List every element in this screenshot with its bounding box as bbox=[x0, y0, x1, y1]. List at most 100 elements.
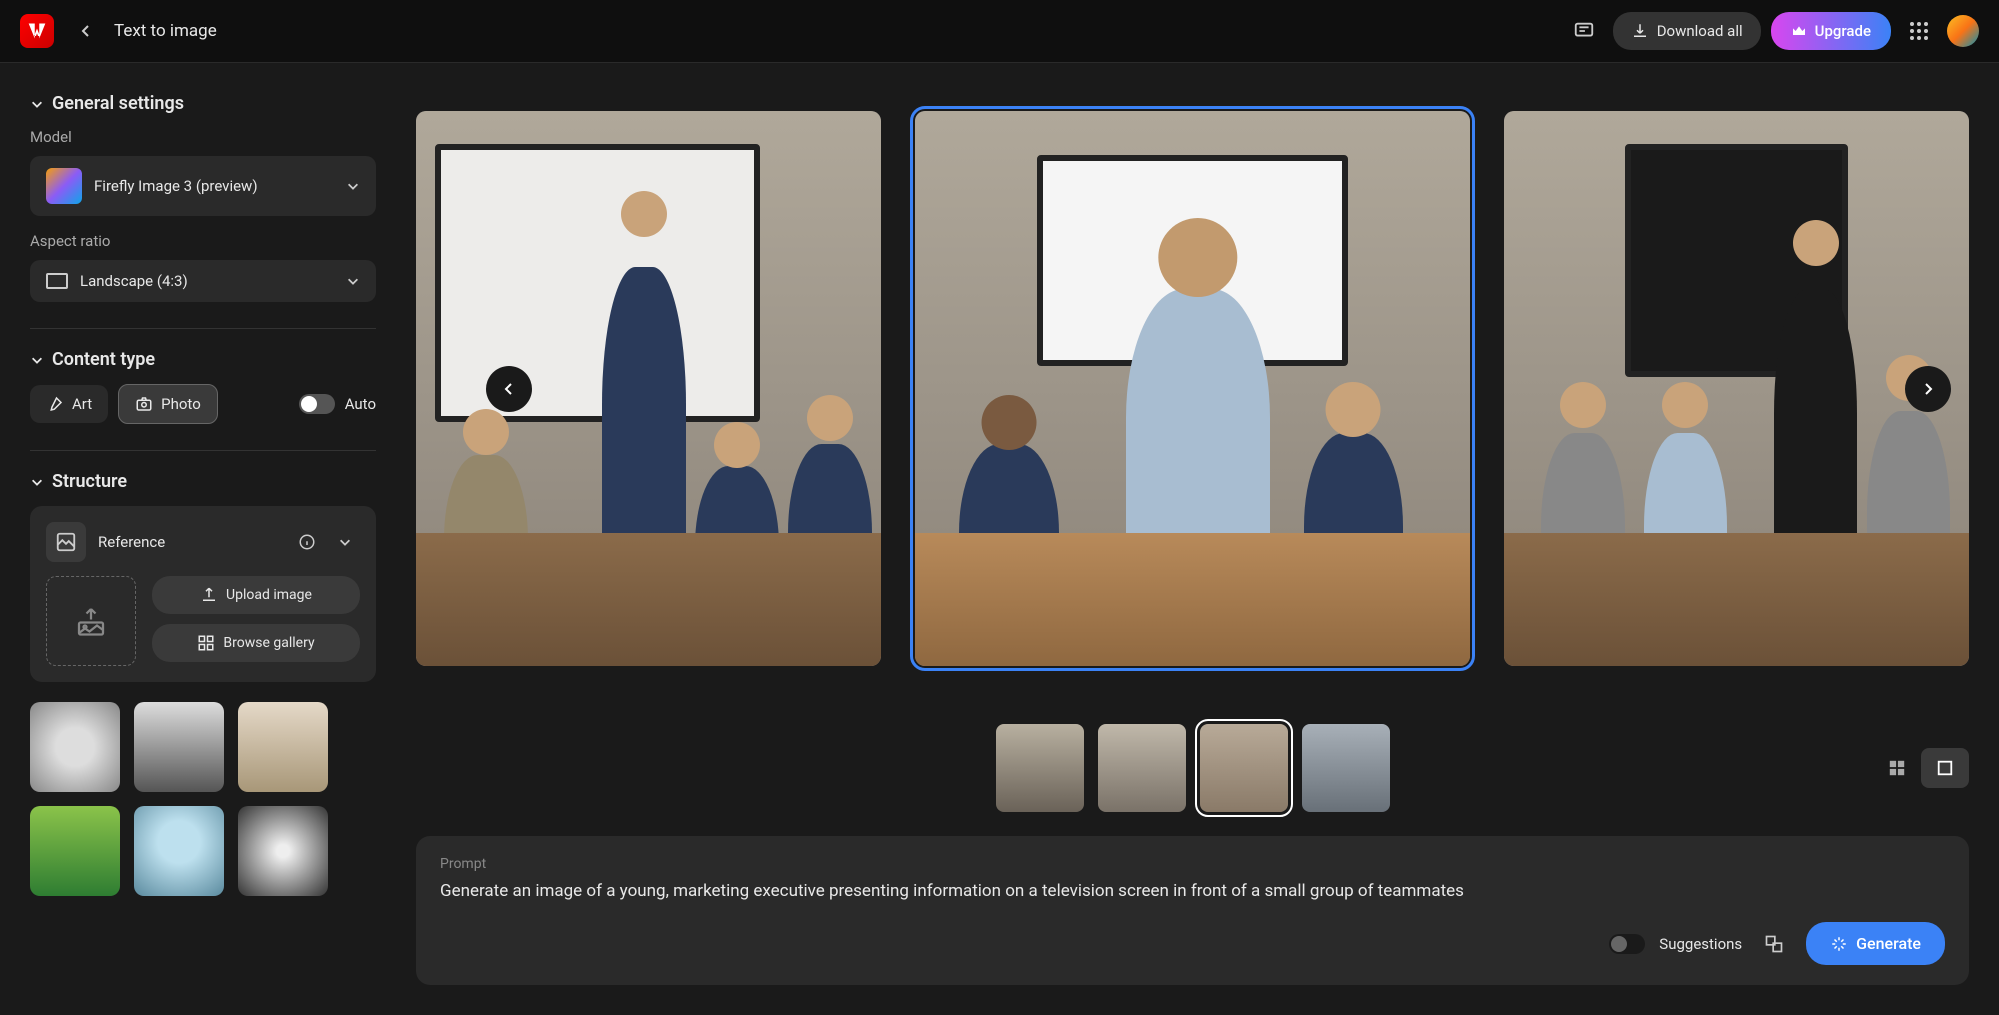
reference-actions bbox=[290, 525, 360, 559]
structure-section: Structure Reference bbox=[30, 471, 376, 896]
translate-icon bbox=[1764, 934, 1784, 954]
model-thumb bbox=[46, 168, 82, 204]
suggestions-toggle[interactable] bbox=[1609, 934, 1645, 954]
art-label: Art bbox=[72, 395, 92, 413]
photo-type-button[interactable]: Photo bbox=[118, 384, 218, 424]
main-layout: General settings Model Firefly Image 3 (… bbox=[0, 63, 1999, 1015]
download-icon bbox=[1631, 22, 1649, 40]
general-settings-title: General settings bbox=[52, 93, 184, 114]
thumbnail[interactable] bbox=[996, 724, 1084, 812]
single-view-button[interactable] bbox=[1921, 748, 1969, 788]
preset-thumb[interactable] bbox=[30, 806, 120, 896]
chevron-down-icon bbox=[346, 179, 360, 193]
grid-view-button[interactable] bbox=[1873, 748, 1921, 788]
generated-image-selected[interactable] bbox=[915, 111, 1470, 666]
structure-title: Structure bbox=[52, 471, 127, 492]
app-header: Text to image Download all Upgrade bbox=[0, 0, 1999, 63]
chevron-down-icon bbox=[30, 97, 44, 111]
thumbnail-active[interactable] bbox=[1200, 724, 1288, 812]
content-type-header[interactable]: Content type bbox=[30, 349, 376, 370]
suggestions-label: Suggestions bbox=[1659, 935, 1742, 953]
content-area: Prompt Generate an image of a young, mar… bbox=[406, 63, 1999, 1015]
upload-dropzone[interactable] bbox=[46, 576, 136, 666]
reference-body: Upload image Browse gallery bbox=[46, 576, 360, 666]
info-icon bbox=[298, 533, 316, 551]
settings-sidebar: General settings Model Firefly Image 3 (… bbox=[0, 63, 406, 1015]
prompt-actions: Suggestions Generate bbox=[440, 922, 1945, 965]
preset-thumb[interactable] bbox=[134, 806, 224, 896]
preset-thumb[interactable] bbox=[238, 806, 328, 896]
aspect-label: Aspect ratio bbox=[30, 232, 376, 250]
art-type-button[interactable]: Art bbox=[30, 385, 108, 423]
user-avatar[interactable] bbox=[1947, 15, 1979, 47]
reference-box: Reference bbox=[30, 506, 376, 682]
back-button[interactable] bbox=[72, 17, 100, 45]
sparkle-icon bbox=[1830, 935, 1848, 953]
generated-image[interactable] bbox=[1504, 111, 1969, 666]
chevron-left-icon bbox=[501, 381, 517, 397]
adobe-logo-icon bbox=[27, 21, 47, 41]
browse-gallery-label: Browse gallery bbox=[223, 635, 314, 651]
upload-icon bbox=[200, 586, 218, 604]
prompt-text[interactable]: Generate an image of a young, marketing … bbox=[440, 880, 1945, 904]
crown-icon bbox=[1791, 23, 1807, 39]
gallery-next-button[interactable] bbox=[1905, 366, 1951, 412]
image-gallery bbox=[416, 93, 1969, 684]
auto-label: Auto bbox=[345, 395, 376, 413]
thumbnail-strip bbox=[996, 724, 1390, 812]
view-toggle bbox=[1873, 748, 1969, 788]
gallery-icon bbox=[197, 634, 215, 652]
general-settings-section: General settings Model Firefly Image 3 (… bbox=[30, 93, 376, 302]
comments-button[interactable] bbox=[1565, 12, 1603, 50]
chevron-down-icon bbox=[30, 353, 44, 367]
structure-header[interactable]: Structure bbox=[30, 471, 376, 492]
gallery-prev-button[interactable] bbox=[486, 366, 532, 412]
chevron-down-icon bbox=[338, 535, 352, 549]
comment-icon bbox=[1573, 20, 1595, 42]
download-all-button[interactable]: Download all bbox=[1613, 12, 1761, 50]
model-value: Firefly Image 3 (preview) bbox=[94, 177, 258, 195]
content-type-row: Art Photo Auto bbox=[30, 384, 376, 424]
preset-thumb[interactable] bbox=[238, 702, 328, 792]
grid-icon bbox=[1888, 759, 1906, 777]
image-placeholder bbox=[915, 111, 1470, 666]
divider bbox=[30, 450, 376, 451]
divider bbox=[30, 328, 376, 329]
auto-toggle[interactable] bbox=[299, 394, 335, 414]
upload-image-label: Upload image bbox=[226, 587, 312, 603]
reference-icon bbox=[55, 531, 77, 553]
preset-thumb[interactable] bbox=[30, 702, 120, 792]
content-type-section: Content type Art Photo Auto bbox=[30, 349, 376, 424]
apps-grid-icon bbox=[1909, 21, 1929, 41]
thumbnail[interactable] bbox=[1098, 724, 1186, 812]
content-type-title: Content type bbox=[52, 349, 155, 370]
reference-icon-box bbox=[46, 522, 86, 562]
reference-info-button[interactable] bbox=[290, 525, 324, 559]
download-all-label: Download all bbox=[1657, 22, 1743, 40]
generate-label: Generate bbox=[1856, 934, 1921, 953]
aspect-value: Landscape (4:3) bbox=[80, 272, 188, 290]
upload-image-button[interactable]: Upload image bbox=[152, 576, 360, 614]
prompt-translate-button[interactable] bbox=[1756, 926, 1792, 962]
auto-toggle-group: Auto bbox=[299, 394, 376, 414]
photo-label: Photo bbox=[161, 395, 201, 413]
upgrade-button[interactable]: Upgrade bbox=[1771, 12, 1891, 50]
apps-grid-button[interactable] bbox=[1901, 13, 1937, 49]
page-title: Text to image bbox=[114, 21, 217, 41]
reference-label: Reference bbox=[98, 533, 278, 551]
reference-expand-button[interactable] bbox=[330, 525, 360, 559]
upload-image-icon bbox=[73, 603, 109, 639]
preset-grid bbox=[30, 702, 376, 896]
aspect-rect-icon bbox=[46, 273, 68, 289]
prompt-label: Prompt bbox=[440, 856, 1945, 872]
preset-thumb[interactable] bbox=[134, 702, 224, 792]
image-placeholder bbox=[1504, 111, 1969, 666]
browse-gallery-button[interactable]: Browse gallery bbox=[152, 624, 360, 662]
model-select[interactable]: Firefly Image 3 (preview) bbox=[30, 156, 376, 216]
thumbnail[interactable] bbox=[1302, 724, 1390, 812]
chevron-left-icon bbox=[78, 23, 94, 39]
adobe-logo[interactable] bbox=[20, 14, 54, 48]
aspect-select[interactable]: Landscape (4:3) bbox=[30, 260, 376, 302]
generate-button[interactable]: Generate bbox=[1806, 922, 1945, 965]
general-settings-header[interactable]: General settings bbox=[30, 93, 376, 114]
